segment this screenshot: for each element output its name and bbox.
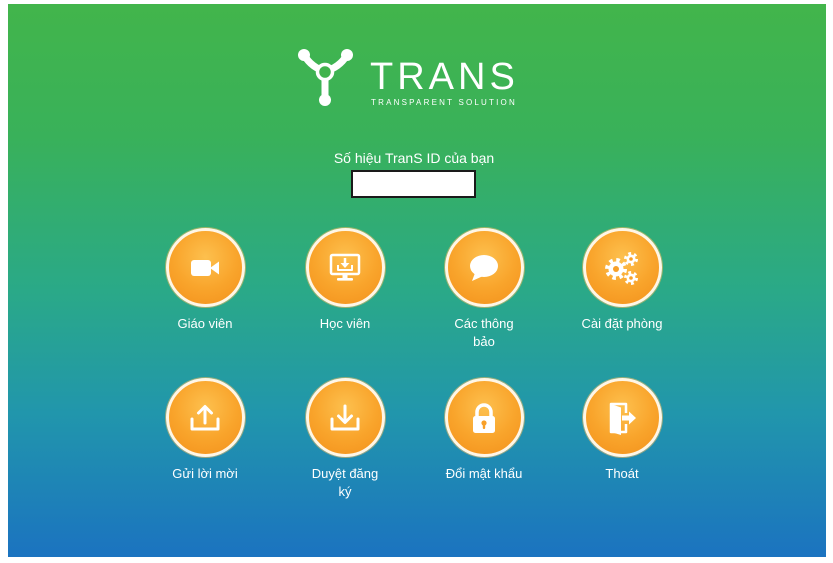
change-password-circle-button[interactable] xyxy=(444,378,524,457)
student-circle-button[interactable] xyxy=(305,228,385,307)
exit-label: Thoát xyxy=(605,466,639,481)
student-button[interactable]: Học viên xyxy=(285,228,405,333)
speech-bubble-icon xyxy=(470,254,498,281)
teacher-circle-button[interactable] xyxy=(165,228,245,307)
monitor-download-icon xyxy=(329,253,361,281)
room-settings-circle-button[interactable] xyxy=(582,228,662,307)
teacher-label: Giáo viên xyxy=(177,316,233,331)
brand-name: TRANS xyxy=(370,56,519,98)
upload-icon xyxy=(190,404,220,430)
send-invitation-button[interactable]: Gửi lời mời xyxy=(145,378,265,483)
exit-button[interactable]: Thoát xyxy=(562,378,682,483)
gears-icon xyxy=(605,251,638,285)
trans-id-field[interactable] xyxy=(351,170,476,198)
door-exit-icon xyxy=(609,402,636,435)
approve-registration-circle-button[interactable] xyxy=(305,378,385,457)
lock-icon xyxy=(473,402,495,433)
exit-circle-button[interactable] xyxy=(582,378,662,457)
trans-id-label: Số hiệu TranS ID của bạn xyxy=(333,150,495,166)
teacher-button[interactable]: Giáo viên xyxy=(145,228,265,333)
send-invitation-label: Gửi lời mời xyxy=(172,466,238,481)
notifications-circle-button[interactable] xyxy=(444,228,524,307)
approve-registration-label: Duyệt đăng ký xyxy=(311,466,379,499)
room-settings-button[interactable]: Cài đặt phòng xyxy=(562,228,682,333)
student-label: Học viên xyxy=(319,316,371,331)
brand-tagline: TRANSPARENT SOLUTION xyxy=(371,98,517,107)
download-icon xyxy=(330,404,360,430)
change-password-label: Đổi mật khẩu xyxy=(445,466,523,481)
notifications-button[interactable]: Các thông bảo xyxy=(424,228,544,351)
notifications-label: Các thông bảo xyxy=(454,316,514,349)
video-camera-icon xyxy=(191,259,219,276)
room-settings-label: Cài đặt phòng xyxy=(581,316,663,331)
approve-registration-button[interactable]: Duyệt đăng ký xyxy=(285,378,405,501)
change-password-button[interactable]: Đổi mật khẩu xyxy=(424,378,544,483)
trans-logo-icon xyxy=(298,49,353,106)
send-invitation-circle-button[interactable] xyxy=(165,378,245,457)
